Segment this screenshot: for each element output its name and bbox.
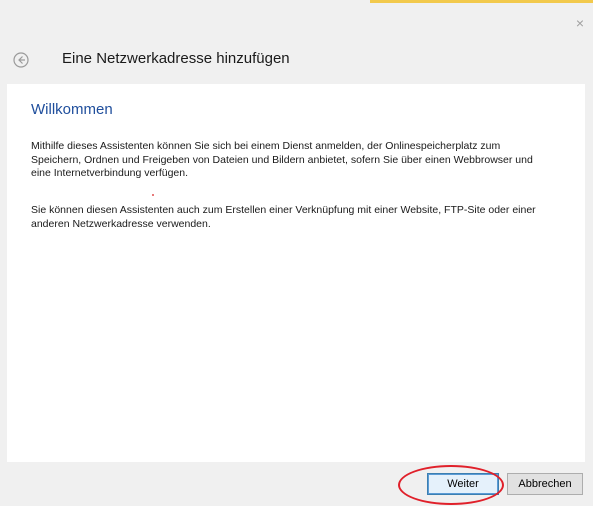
shortcut-paragraph: Sie können diesen Assistenten auch zum E… bbox=[31, 204, 536, 230]
cancel-button[interactable]: Abbrechen bbox=[507, 473, 583, 495]
wizard-title: Eine Netzwerkadresse hinzufügen bbox=[62, 50, 290, 67]
intro-paragraph: Mithilfe dieses Assistenten können Sie s… bbox=[31, 140, 533, 179]
wizard-footer: Weiter Abbrechen bbox=[0, 462, 593, 506]
close-button[interactable]: × bbox=[571, 14, 589, 32]
wizard-window: × Eine Netzwerkadresse hinzufügen Willko… bbox=[0, 0, 593, 506]
welcome-heading: Willkommen bbox=[31, 101, 113, 118]
next-button[interactable]: Weiter bbox=[427, 473, 499, 495]
wizard-header: Eine Netzwerkadresse hinzufügen bbox=[0, 34, 593, 84]
title-bar-accent bbox=[370, 0, 593, 3]
annotation-dot bbox=[152, 194, 154, 196]
wizard-content: Willkommen Mithilfe dieses Assistenten k… bbox=[7, 84, 585, 462]
title-bar: × bbox=[0, 0, 593, 34]
back-arrow-icon[interactable] bbox=[13, 52, 29, 68]
